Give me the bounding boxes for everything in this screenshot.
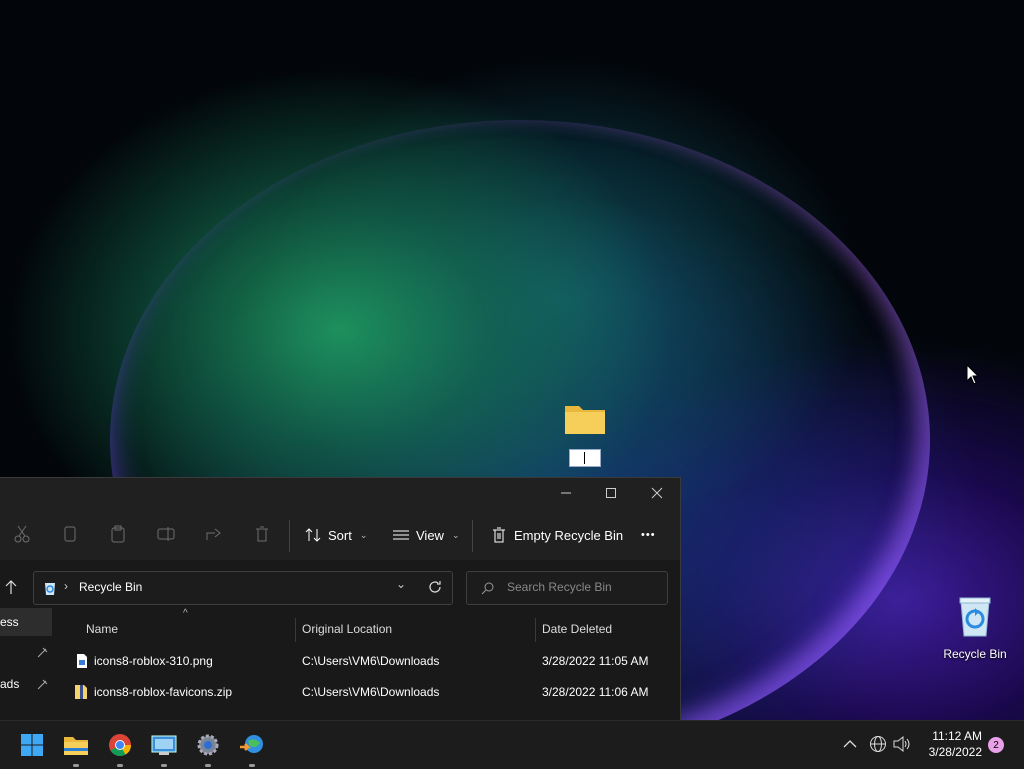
delete-icon[interactable]: [252, 524, 272, 544]
mouse-cursor-icon: [966, 364, 980, 385]
recycle-bin-icon: [959, 597, 991, 637]
nav-item-label: ess: [0, 615, 19, 629]
system-clock[interactable]: 11:12 AM 3/28/2022: [929, 728, 982, 760]
close-icon: [651, 487, 663, 499]
column-divider[interactable]: [535, 618, 536, 642]
command-bar: Sort ⌄ View ⌄ Empty Recycle Bin •••: [0, 512, 680, 558]
taskbar-settings[interactable]: [192, 729, 224, 767]
address-dropdown-icon[interactable]: ⌄: [396, 577, 406, 591]
recycle-bin-label: Recycle Bin: [943, 647, 1007, 661]
sort-ascending-icon: ^: [183, 608, 188, 619]
cut-icon[interactable]: [12, 524, 32, 544]
up-arrow-icon[interactable]: [4, 579, 18, 595]
png-file-icon: [77, 654, 87, 668]
refresh-icon[interactable]: [428, 580, 442, 594]
folder-icon: [565, 406, 605, 434]
file-row[interactable]: icons8-roblox-310.png C:\Users\VM6\Downl…: [60, 647, 680, 675]
file-name: icons8-roblox-310.png: [94, 654, 213, 668]
empty-recycle-bin-label: Empty Recycle Bin: [514, 527, 624, 543]
globe-icon[interactable]: [869, 735, 887, 753]
sort-icon: [305, 528, 321, 542]
column-header-location[interactable]: Original Location: [302, 618, 392, 640]
clock-date: 3/28/2022: [928, 745, 982, 759]
column-header-name[interactable]: Name: [86, 618, 118, 640]
chevron-down-icon: ⌄: [359, 529, 368, 540]
nav-item-label: ads: [0, 677, 20, 691]
view-button[interactable]: View ⌄: [392, 524, 460, 546]
minimize-icon: [561, 492, 571, 494]
file-date: 3/28/2022 11:06 AM: [542, 685, 649, 699]
file-name: icons8-roblox-favicons.zip: [94, 685, 233, 699]
file-explorer-window: Sort ⌄ View ⌄ Empty Recycle Bin ••• › Re…: [0, 477, 681, 721]
taskbar-chrome[interactable]: [104, 729, 136, 767]
chevron-up-icon[interactable]: [843, 739, 857, 749]
copy-icon[interactable]: [60, 524, 80, 544]
control-panel-icon: [151, 735, 177, 755]
file-explorer-icon: [64, 737, 88, 755]
column-header-date[interactable]: Date Deleted: [542, 618, 612, 640]
settings-gear-icon: [197, 734, 219, 756]
file-location: C:\Users\VM6\Downloads: [302, 654, 440, 668]
running-indicator: [73, 764, 79, 767]
desktop-folder[interactable]: [562, 402, 608, 467]
trash-icon: [493, 527, 505, 543]
file-row[interactable]: icons8-roblox-favicons.zip C:\Users\VM6\…: [60, 678, 680, 706]
breadcrumb-recycle-bin[interactable]: Recycle Bin: [79, 580, 142, 594]
clock-time: 11:12 AM: [932, 729, 982, 743]
file-location: C:\Users\VM6\Downloads: [302, 685, 440, 699]
windows-logo-icon: [21, 734, 43, 756]
view-label: View: [416, 527, 444, 543]
pin-icon: [37, 647, 48, 658]
paste-icon[interactable]: [108, 524, 128, 544]
taskbar-control-panel[interactable]: [148, 729, 180, 767]
title-bar: [0, 478, 680, 508]
view-icon: [393, 530, 409, 540]
search-placeholder: Search Recycle Bin: [507, 580, 612, 594]
rename-icon[interactable]: [156, 524, 176, 544]
taskbar-network-app[interactable]: [236, 729, 268, 767]
address-bar[interactable]: › Recycle Bin ⌄: [33, 571, 453, 605]
pin-icon: [37, 679, 48, 690]
taskbar-file-explorer[interactable]: [60, 729, 92, 767]
start-button[interactable]: [16, 729, 48, 761]
zip-file-icon: [75, 685, 87, 699]
sort-button[interactable]: Sort ⌄: [304, 524, 367, 546]
taskbar: 11:12 AM 3/28/2022 2: [0, 720, 1024, 769]
navigation-pane: ess ads: [0, 608, 54, 721]
file-date: 3/28/2022 11:05 AM: [542, 654, 649, 668]
maximize-icon: [606, 488, 616, 498]
volume-icon[interactable]: [892, 735, 912, 753]
running-indicator: [249, 764, 255, 767]
toolbar-divider: [472, 520, 473, 552]
toolbar-divider: [289, 520, 290, 552]
sort-label: Sort: [328, 527, 352, 543]
notification-badge[interactable]: 2: [988, 737, 1004, 753]
maximize-button[interactable]: [600, 484, 622, 502]
content-area: ess ads ^ Name Original Location Date De…: [0, 608, 680, 721]
breadcrumb-separator-icon: ›: [64, 579, 68, 593]
running-indicator: [161, 764, 167, 767]
rename-field[interactable]: [569, 449, 601, 467]
chrome-icon: [109, 734, 131, 756]
more-options-button[interactable]: •••: [641, 524, 656, 546]
chevron-down-icon: ⌄: [451, 529, 460, 540]
search-input[interactable]: Search Recycle Bin: [466, 571, 668, 605]
minimize-button[interactable]: [555, 484, 577, 502]
close-button[interactable]: [646, 484, 668, 502]
empty-recycle-bin-button[interactable]: Empty Recycle Bin: [490, 524, 623, 546]
running-indicator: [205, 764, 211, 767]
desktop-recycle-bin[interactable]: Recycle Bin: [940, 594, 1010, 661]
share-icon[interactable]: [204, 524, 224, 544]
globe-arrow-icon: [240, 735, 263, 753]
address-row: › Recycle Bin ⌄ Search Recycle Bin: [0, 560, 680, 608]
recycle-bin-small-icon: [45, 583, 55, 595]
column-divider[interactable]: [295, 618, 296, 642]
running-indicator: [117, 764, 123, 767]
nav-item-quick-access[interactable]: ess: [0, 608, 52, 636]
search-icon: [481, 582, 494, 595]
